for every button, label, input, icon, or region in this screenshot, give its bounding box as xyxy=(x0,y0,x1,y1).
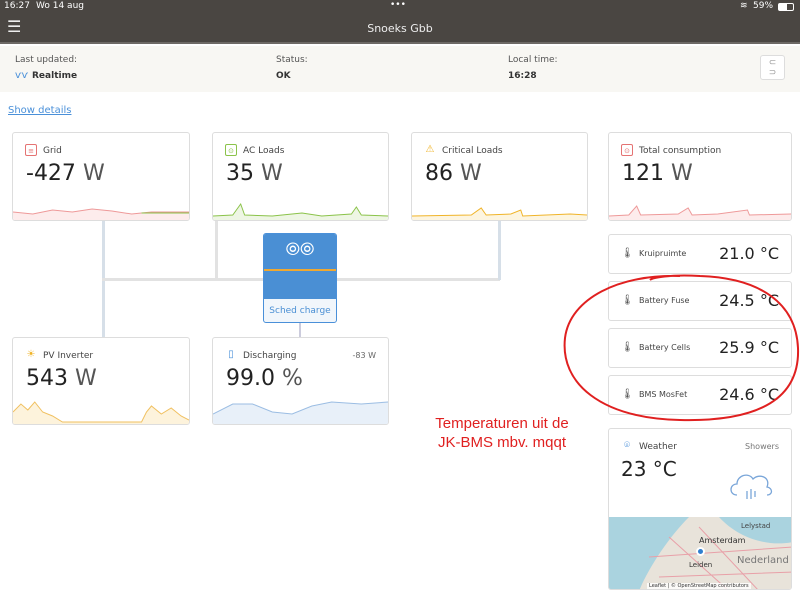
thermometer-icon: 🌡 xyxy=(621,248,634,259)
connector xyxy=(498,220,501,280)
card-title: Total consumption xyxy=(639,146,722,156)
ac-loads-icon: ⊙ xyxy=(225,144,237,156)
status-label: Status: xyxy=(276,55,308,65)
toggle-view-button[interactable]: ⊂ ⊃ xyxy=(760,55,785,80)
pv-inverter-card[interactable]: ☀ PV Inverter 543 W xyxy=(12,337,190,425)
connector xyxy=(215,220,218,280)
annotation-circle xyxy=(563,274,800,422)
sensor-name: Kruipruimte xyxy=(639,249,687,258)
card-title: Discharging xyxy=(243,351,297,361)
victron-logo-icon: ⦾⦾ xyxy=(285,239,315,260)
page-title: Snoeks Gbb xyxy=(367,22,433,35)
show-details-link[interactable]: Show details xyxy=(8,105,71,116)
map-label: Leiden xyxy=(689,561,713,569)
card-title: AC Loads xyxy=(243,146,285,156)
grid-value: -427 W xyxy=(26,161,105,186)
card-title: Grid xyxy=(43,146,62,156)
last-updated-label: Last updated: xyxy=(15,55,78,65)
critical-loads-sparkline xyxy=(412,207,587,220)
battery-sparkline xyxy=(213,401,388,424)
weather-map[interactable]: Lelystad Amsterdam Leiden Nederland Leaf… xyxy=(609,517,791,589)
ac-loads-value: 35 W xyxy=(226,161,283,186)
sensor-value: 21.0 °C xyxy=(719,244,779,263)
grid-sparkline xyxy=(13,208,189,220)
total-consumption-card[interactable]: ⊙ Total consumption 121 W xyxy=(608,132,792,221)
annotation-text: Temperaturen uit de JK-BMS mbv. mqqt xyxy=(412,414,592,452)
pv-sparkline xyxy=(13,401,189,424)
connector xyxy=(299,322,301,338)
critical-loads-value: 86 W xyxy=(425,161,482,186)
local-time-label: Local time: xyxy=(508,55,558,65)
inverter-mode: Sched charge xyxy=(269,306,331,316)
inverter-box[interactable]: ⦾⦾ Sched charge xyxy=(263,233,337,323)
date: Wo 14 aug xyxy=(36,1,84,11)
grid-card[interactable]: ≡ Grid -427 W xyxy=(12,132,190,221)
annotation-line: JK-BMS mbv. mqqt xyxy=(437,434,567,451)
battery-icon xyxy=(778,3,794,11)
location-marker[interactable] xyxy=(696,547,705,556)
map-label: Amsterdam xyxy=(699,536,746,545)
ac-loads-card[interactable]: ⊙ AC Loads 35 W xyxy=(212,132,389,221)
grid-icon: ≡ xyxy=(25,144,37,156)
annotation-line: Temperaturen uit de xyxy=(435,415,569,432)
app-header: ☰ Snoeks Gbb xyxy=(0,14,800,44)
total-consumption-value: 121 W xyxy=(622,161,693,186)
weather-temperature: 23 °C xyxy=(621,457,677,481)
card-title: Weather xyxy=(639,442,677,452)
card-title: Critical Loads xyxy=(442,146,503,156)
info-bar: Last updated: ѵѵ Realtime Status: OK Loc… xyxy=(0,46,800,92)
battery-power: -83 W xyxy=(352,351,376,360)
clock: 16:27 xyxy=(4,1,30,11)
multitask-dots-icon[interactable]: ••• xyxy=(390,0,406,10)
rain-cloud-icon xyxy=(730,474,773,499)
total-sparkline xyxy=(609,205,791,220)
map-label: Nederland xyxy=(737,555,789,566)
battery-icon: ▯ xyxy=(228,349,234,360)
location-pin-icon: ⌾ xyxy=(624,440,630,451)
realtime-icon: ѵѵ xyxy=(15,70,29,81)
card-title: PV Inverter xyxy=(43,351,94,361)
local-time-value: 16:28 xyxy=(508,71,537,81)
status-bar: 16:27 Wo 14 aug ••• ≋ 59% xyxy=(0,0,800,14)
critical-loads-card[interactable]: ⚠ Critical Loads 86 W xyxy=(411,132,588,221)
status-value: OK xyxy=(276,71,291,81)
sun-icon: ☀ xyxy=(26,349,36,360)
weather-condition: Showers xyxy=(745,442,779,451)
weather-card[interactable]: ⌾ Weather Showers 23 °C Lelystad Amsterd… xyxy=(608,428,792,590)
map-attribution[interactable]: Leaflet | © OpenStreetMap contributors xyxy=(647,583,751,589)
battery-soc-value: 99.0 % xyxy=(226,366,303,391)
consumption-icon: ⊙ xyxy=(621,144,633,156)
battery-card[interactable]: ▯ Discharging -83 W 99.0 % xyxy=(212,337,389,425)
battery-percent: 59% xyxy=(753,1,774,11)
last-updated-value: Realtime xyxy=(32,71,78,81)
wifi-icon: ≋ xyxy=(740,1,748,11)
pv-value: 543 W xyxy=(26,366,97,391)
warning-icon: ⚠ xyxy=(425,144,435,155)
ac-loads-sparkline xyxy=(213,202,388,220)
map-label: Lelystad xyxy=(741,522,771,530)
